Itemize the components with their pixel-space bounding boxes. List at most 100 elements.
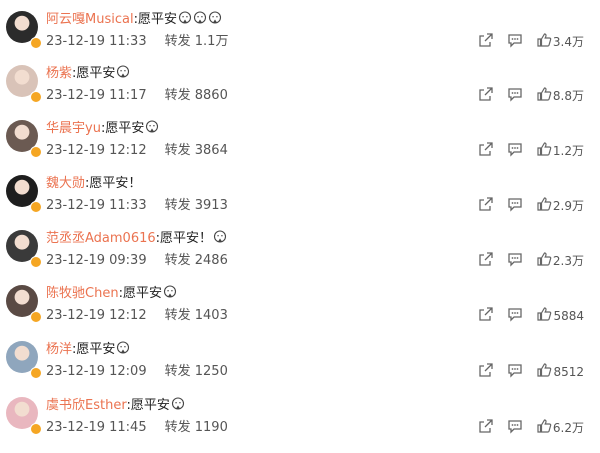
repost-label: 转发 (164, 253, 191, 268)
like-count: 2.3万 (552, 254, 584, 268)
comment-text: :愿平安！ (155, 231, 213, 246)
like-count: 6.2万 (552, 421, 584, 435)
emoji-group (162, 285, 177, 301)
verified-badge-icon (30, 91, 42, 103)
verified-badge-icon (30, 256, 42, 268)
comment-row: 杨洋:愿平安 23-12-19 12:09 转发 1250 8512 (0, 341, 600, 397)
comment-icon[interactable] (507, 32, 523, 48)
repost-label: 转发 (164, 364, 191, 379)
repost-count: 1.1万 (194, 34, 229, 49)
share-icon[interactable] (478, 86, 494, 102)
like-count: 1.2万 (552, 144, 584, 158)
comment-icon[interactable] (507, 306, 523, 322)
timestamp: 23-12-19 12:12 (46, 143, 147, 158)
share-icon[interactable] (478, 306, 494, 322)
repost-count: 1190 (194, 420, 228, 435)
username-link[interactable]: 杨洋 (46, 342, 72, 357)
comment-text: :愿平安 (118, 286, 162, 301)
comment-text: :愿平安 (72, 342, 116, 357)
share-icon[interactable] (478, 141, 494, 157)
like-icon[interactable] (536, 196, 552, 212)
verified-badge-icon (30, 311, 42, 323)
like-icon[interactable] (536, 418, 552, 434)
comment-row: 陈牧驰Chen:愿平安 23-12-19 12:12 转发 1403 5884 (0, 285, 600, 341)
repost-count: 3913 (194, 198, 228, 213)
comment-row: 华晨宇yu:愿平安 23-12-19 12:12 转发 3864 1.2万 (0, 120, 600, 176)
username-link[interactable]: 阿云嘎Musical (46, 12, 134, 27)
verified-badge-icon (30, 423, 42, 435)
timestamp: 23-12-19 11:45 (46, 420, 147, 435)
username-link[interactable]: 魏大勋 (46, 176, 85, 191)
emoji-group (115, 341, 130, 357)
share-icon[interactable] (478, 251, 494, 267)
comment-text: :愿平安！ (85, 176, 142, 191)
emoji-group (144, 120, 159, 136)
verified-badge-icon (30, 146, 42, 158)
verified-badge-icon (30, 367, 42, 379)
emoji-group (115, 65, 130, 81)
repost-count: 3864 (194, 143, 228, 158)
prayer-face-emoji-icon (171, 397, 184, 410)
like-count: 3.4万 (552, 35, 584, 49)
comment-icon[interactable] (507, 251, 523, 267)
comment-icon[interactable] (507, 418, 523, 434)
comment-icon[interactable] (507, 362, 523, 378)
like-count: 5884 (553, 309, 584, 323)
comment-icon[interactable] (507, 86, 523, 102)
like-count: 8512 (553, 365, 584, 379)
timestamp: 23-12-19 12:09 (46, 364, 147, 379)
comment-text: :愿平安 (126, 398, 170, 413)
like-icon[interactable] (536, 141, 552, 157)
username-link[interactable]: 虞书欣Esther (46, 398, 126, 413)
verified-badge-icon (30, 201, 42, 213)
comment-text: :愿平安 (100, 121, 145, 136)
share-icon[interactable] (478, 362, 494, 378)
share-icon[interactable] (478, 418, 494, 434)
timestamp: 23-12-19 12:12 (46, 308, 147, 323)
like-icon[interactable] (536, 251, 552, 267)
comment-row: 范丞丞Adam0616:愿平安！ 23-12-19 09:39 转发 2486 2… (0, 230, 600, 286)
comment-icon[interactable] (507, 196, 523, 212)
like-icon[interactable] (536, 86, 552, 102)
prayer-face-emoji-icon (213, 230, 227, 243)
comment-row: 阿云嘎Musical:愿平安 23-12-19 11:33 转发 1.1万 3.4… (0, 11, 600, 67)
like-icon[interactable] (536, 32, 552, 48)
prayer-face-emoji-icon (146, 120, 159, 133)
timestamp: 23-12-19 11:33 (46, 198, 147, 213)
like-icon[interactable] (536, 306, 552, 322)
username-link[interactable]: 范丞丞Adam0616 (46, 231, 156, 246)
repost-count: 2486 (194, 253, 228, 268)
username-link[interactable]: 陈牧驰Chen (46, 286, 119, 301)
like-count: 8.8万 (552, 89, 584, 103)
prayer-face-emoji-icon (117, 341, 130, 354)
repost-count: 1250 (194, 364, 228, 379)
share-icon[interactable] (478, 32, 494, 48)
timestamp: 23-12-19 09:39 (46, 253, 147, 268)
prayer-face-emoji-icon (117, 65, 130, 78)
comment-feed: 阿云嘎Musical:愿平安 23-12-19 11:33 转发 1.1万 3.4… (0, 0, 600, 445)
verified-badge-icon (30, 37, 42, 49)
username-link[interactable]: 杨紫 (46, 66, 72, 81)
prayer-face-emoji-icon (193, 11, 207, 24)
repost-count: 1403 (194, 308, 228, 323)
timestamp: 23-12-19 11:33 (46, 34, 147, 49)
repost-label: 转发 (164, 34, 191, 49)
repost-label: 转发 (164, 88, 191, 103)
comment-text: :愿平安 (133, 12, 177, 27)
repost-count: 8860 (194, 88, 228, 103)
emoji-group (212, 230, 227, 246)
repost-label: 转发 (164, 308, 191, 323)
share-icon[interactable] (478, 196, 494, 212)
prayer-face-emoji-icon (208, 11, 222, 24)
repost-label: 转发 (164, 143, 191, 158)
emoji-group (170, 397, 185, 413)
username-link[interactable]: 华晨宇yu (46, 121, 101, 136)
comment-row: 杨紫:愿平安 23-12-19 11:17 转发 8860 8.8万 (0, 65, 600, 121)
like-icon[interactable] (536, 362, 552, 378)
comment-row: 魏大勋:愿平安！ 23-12-19 11:33 转发 3913 2.9万 (0, 175, 600, 231)
prayer-face-emoji-icon (163, 285, 177, 298)
repost-label: 转发 (164, 198, 191, 213)
prayer-face-emoji-icon (178, 11, 192, 24)
comment-icon[interactable] (507, 141, 523, 157)
like-count: 2.9万 (552, 199, 584, 213)
